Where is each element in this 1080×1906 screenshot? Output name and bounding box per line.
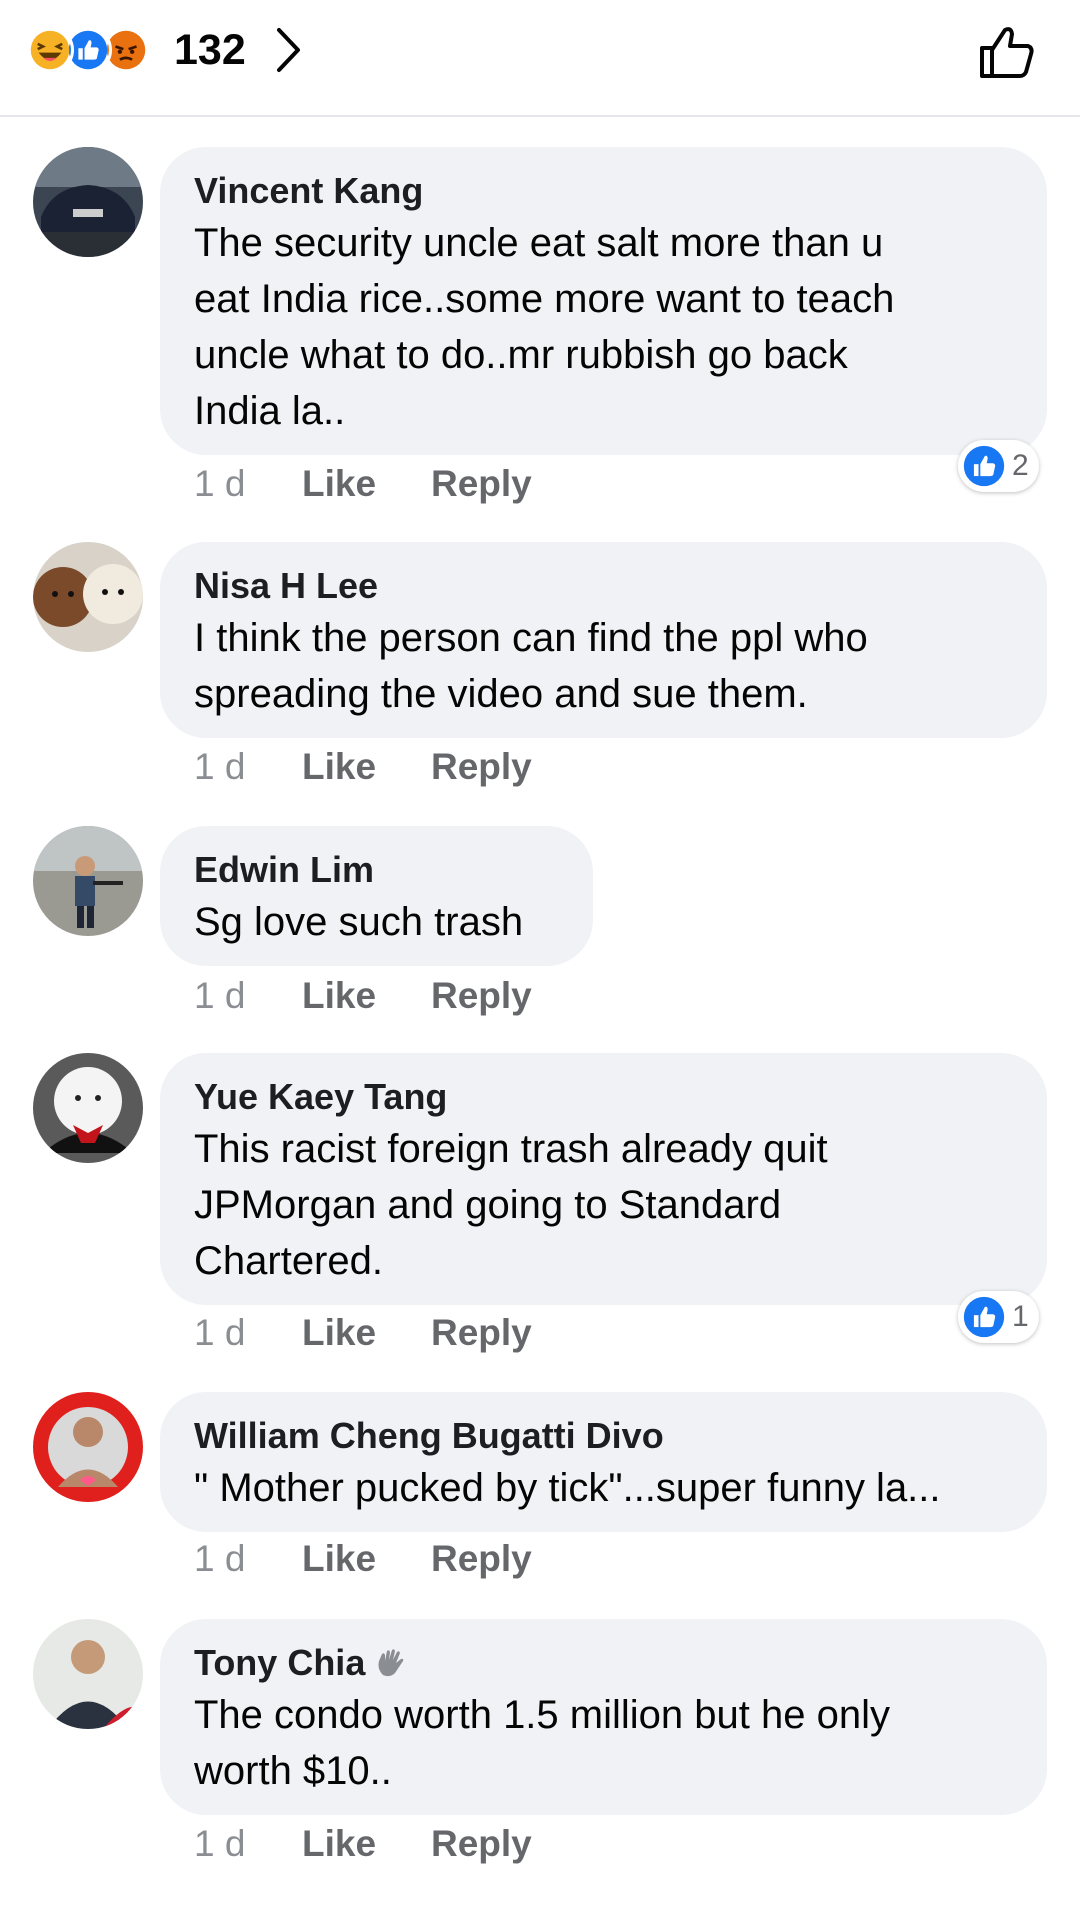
reply-button[interactable]: Reply [431,463,532,505]
author-name[interactable]: Tony Chia [194,1641,365,1685]
chevron-right-icon [276,28,300,72]
avatar[interactable] [33,826,143,936]
reaction-count-link[interactable]: 132 [174,20,302,80]
reaction-count: 2 [1012,449,1029,482]
reply-button[interactable]: Reply [431,746,532,788]
comment-actions: 1 d Like Reply [194,1534,532,1584]
comment-text: Sg love such trash [194,900,524,944]
author-name[interactable]: Vincent Kang [194,169,1013,213]
reply-button[interactable]: Reply [431,1823,532,1865]
like-button[interactable]: Like [302,463,431,505]
like-button[interactable]: Like [302,1823,431,1865]
avatar[interactable] [33,1053,143,1163]
like-button[interactable]: Like [302,746,431,788]
reply-button[interactable]: Reply [431,975,532,1017]
like-button[interactable]: Like [302,975,431,1017]
timestamp[interactable]: 1 d [194,1823,302,1865]
comment-text: The condo worth 1.5 million but he only … [194,1693,890,1793]
comment-bubble: Yue Kaey Tang This racist foreign trash … [160,1053,1047,1305]
comment-text: I think the person can find the ppl who … [194,616,868,716]
like-button[interactable]: Like [302,1312,431,1354]
author-name[interactable]: Edwin Lim [194,848,559,892]
reply-button[interactable]: Reply [431,1538,532,1580]
author-row: Tony Chia [194,1641,1013,1685]
author-name[interactable]: William Cheng Bugatti Divo [194,1414,1013,1458]
timestamp[interactable]: 1 d [194,1312,302,1354]
reaction-summary[interactable] [26,26,166,76]
reaction-count: 1 [1012,1300,1029,1333]
timestamp[interactable]: 1 d [194,975,302,1017]
comment-text: This racist foreign trash already quit J… [194,1127,828,1283]
timestamp[interactable]: 1 d [194,463,302,505]
author-name[interactable]: Nisa H Lee [194,564,1013,608]
like-post-icon[interactable] [978,24,1036,80]
comment-bubble: Tony Chia The condo worth 1.5 million bu… [160,1619,1047,1815]
wave-hand-icon [378,1649,404,1677]
comment-text: " Mother pucked by tick"...super funny l… [194,1466,941,1510]
avatar[interactable] [33,147,143,257]
comment-actions: 1 d Like Reply [194,1308,532,1358]
timestamp[interactable]: 1 d [194,1538,302,1580]
comment-bubble: Nisa H Lee I think the person can find t… [160,542,1047,738]
comment-actions: 1 d Like Reply [194,742,532,792]
avatar[interactable] [33,1619,143,1729]
comment-bubble: Vincent Kang The security uncle eat salt… [160,147,1047,455]
avatar[interactable] [33,1392,143,1502]
author-name[interactable]: Yue Kaey Tang [194,1075,1013,1119]
comment-actions: 1 d Like Reply [194,459,532,509]
comment-text: The security uncle eat salt more than u … [194,221,895,433]
reaction-count: 132 [174,25,246,74]
timestamp[interactable]: 1 d [194,746,302,788]
haha-icon [26,26,74,74]
comment-actions: 1 d Like Reply [194,1819,532,1869]
like-button[interactable]: Like [302,1538,431,1580]
reactions-header: 132 [0,0,1080,117]
comment-bubble: William Cheng Bugatti Divo " Mother puck… [160,1392,1047,1532]
comment-reaction-badge[interactable]: 1 [958,1291,1039,1343]
like-icon [963,1296,1005,1338]
comment-bubble: Edwin Lim Sg love such trash [160,826,593,966]
like-icon [963,445,1005,487]
reply-button[interactable]: Reply [431,1312,532,1354]
comment-reaction-badge[interactable]: 2 [958,440,1039,492]
avatar[interactable] [33,542,143,652]
comment-actions: 1 d Like Reply [194,971,532,1021]
